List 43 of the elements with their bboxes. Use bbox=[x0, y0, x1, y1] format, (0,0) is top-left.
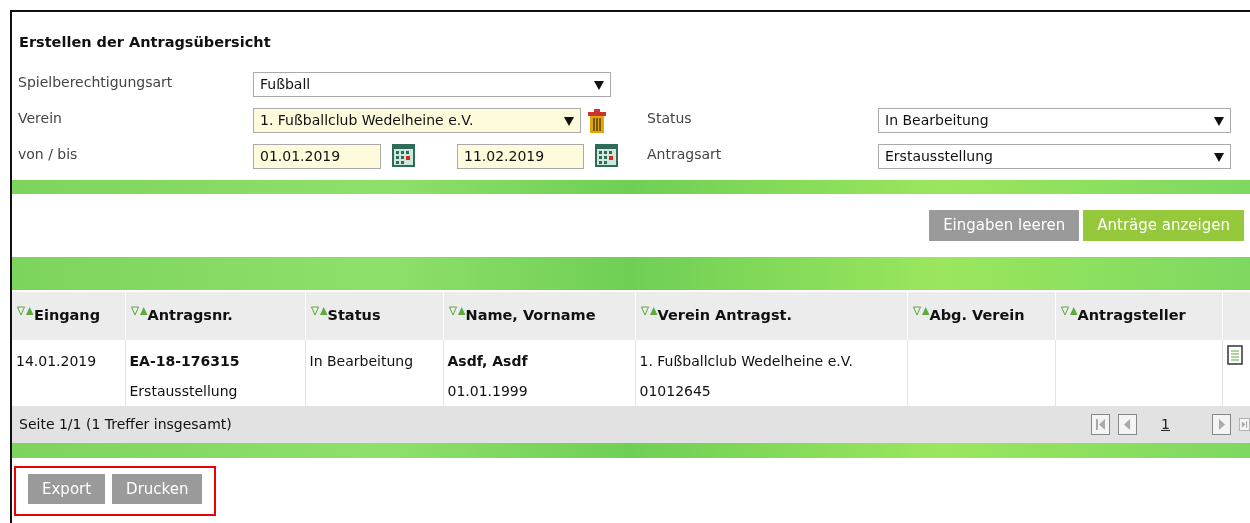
table-cell-text: 01.01.1999 bbox=[447, 382, 529, 401]
column-header[interactable]: Antragsnr. bbox=[147, 307, 233, 324]
dropdown-arrow-icon bbox=[1214, 116, 1224, 126]
first-page-icon[interactable] bbox=[1091, 414, 1111, 435]
field-label: Status bbox=[647, 110, 692, 126]
next-page-icon[interactable] bbox=[1212, 414, 1231, 435]
table-cell-text: 01012645 bbox=[639, 382, 712, 401]
sort-icon[interactable] bbox=[17, 306, 34, 318]
dropdown-arrow-icon bbox=[564, 116, 574, 126]
sort-icon[interactable] bbox=[130, 306, 148, 318]
column-header[interactable]: Verein Antragst. bbox=[657, 307, 792, 324]
calendar-icon[interactable] bbox=[594, 143, 619, 168]
field-label: Verein bbox=[18, 110, 62, 126]
field-label: von / bis bbox=[18, 146, 78, 162]
result-count: Seite 1/1 (1 Treffer insgesamt) bbox=[19, 415, 232, 434]
previous-page-icon[interactable] bbox=[1118, 414, 1138, 435]
sort-icon[interactable] bbox=[448, 306, 466, 318]
select-field[interactable]: In Bearbeitung bbox=[878, 108, 1231, 133]
table-cell-text: EA-18-176315 bbox=[129, 352, 241, 371]
date-field[interactable]: 11.02.2019 bbox=[457, 144, 584, 169]
sort-icon[interactable] bbox=[640, 306, 658, 318]
column-header[interactable]: Status bbox=[327, 307, 381, 324]
table-cell-text: Asdf, Asdf bbox=[447, 352, 529, 371]
table-cell-text: 1. Fußballclub Wedelheine e.V. bbox=[639, 352, 854, 371]
field-label: Spielberechtigungsart bbox=[18, 74, 173, 90]
field-label: Antragsart bbox=[647, 146, 722, 162]
page-link[interactable]: 1 bbox=[1161, 414, 1170, 435]
dropdown-arrow-icon bbox=[1214, 152, 1224, 162]
date-field[interactable]: 01.01.2019 bbox=[253, 144, 381, 169]
table-cell-text: 14.01.2019 bbox=[16, 352, 98, 371]
select-field[interactable]: Erstausstellung bbox=[878, 144, 1231, 169]
sort-icon[interactable] bbox=[310, 306, 328, 318]
sort-icon[interactable] bbox=[912, 306, 930, 318]
select-field[interactable]: 1. Fußballclub Wedelheine e.V. bbox=[253, 108, 581, 133]
calendar-icon[interactable] bbox=[391, 143, 416, 168]
trash-icon[interactable] bbox=[585, 108, 609, 134]
page-title: Erstellen der Antragsübersicht bbox=[19, 34, 271, 50]
document-icon[interactable] bbox=[1226, 345, 1243, 365]
select-field[interactable]: Fußball bbox=[253, 72, 611, 97]
table-cell-text: In Bearbeitung bbox=[309, 352, 415, 371]
dropdown-arrow-icon bbox=[594, 80, 604, 90]
table-cell-text: Erstausstellung bbox=[129, 382, 239, 401]
sort-icon[interactable] bbox=[1060, 306, 1078, 318]
